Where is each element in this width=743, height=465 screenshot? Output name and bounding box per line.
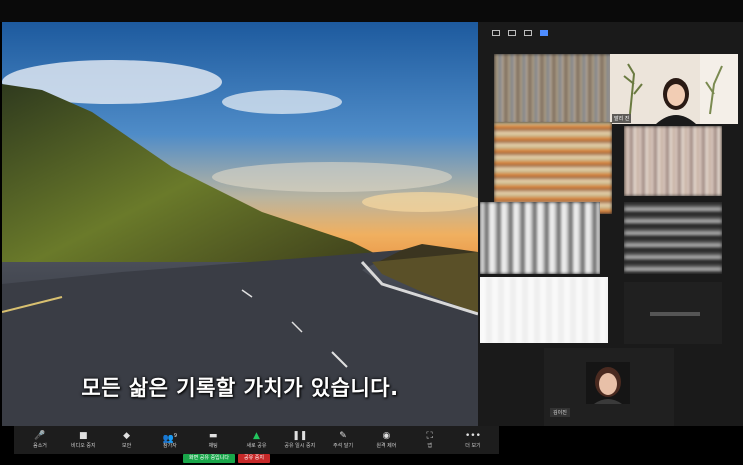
annotate-icon: ✎ xyxy=(339,430,347,441)
pause-share-label: 공유 일시 중지 xyxy=(284,442,316,449)
more-label: 더 보기 xyxy=(465,442,481,449)
pixelated-video xyxy=(494,122,612,214)
remote-control-button[interactable]: ◉ 원격 제어 xyxy=(366,426,406,454)
remote-control-label: 원격 제어 xyxy=(376,442,397,449)
annotate-label: 주석 달기 xyxy=(333,442,354,449)
window-top-bar xyxy=(0,0,743,22)
stop-video-button[interactable]: ■ 비디오 중지 xyxy=(63,426,103,454)
participant-count: 9 xyxy=(173,432,178,439)
more-button[interactable]: ••• 더 보기 xyxy=(453,426,493,454)
meeting-toolbar: 🎤 음소거 ■ 비디오 중지 ◆ 보안 👥9 참가자 ▬ 채팅 ▲ 새로 공유 … xyxy=(14,426,499,454)
participant-tile-speaker[interactable]: 말리 진 xyxy=(610,54,738,124)
video-icon: ■ xyxy=(79,430,88,441)
new-share-button[interactable]: ▲ 새로 공유 xyxy=(236,426,276,454)
chat-button[interactable]: ▬ 채팅 xyxy=(193,426,233,454)
pixelated-video xyxy=(624,126,722,196)
annotate-button[interactable]: ✎ 주석 달기 xyxy=(323,426,363,454)
mic-icon: 🎤 xyxy=(34,430,46,441)
participant-tile[interactable] xyxy=(624,202,722,274)
pixelated-video xyxy=(480,277,608,343)
chat-label: 채팅 xyxy=(208,442,218,449)
participant-tile[interactable] xyxy=(624,126,722,196)
participants-button[interactable]: 👥9 참가자 xyxy=(150,426,190,454)
remote-control-icon: ◉ xyxy=(382,430,391,441)
participant-tile[interactable] xyxy=(624,282,722,344)
participant-gallery: 말리 진 김이진 xyxy=(478,22,743,426)
pause-icon: ❚❚ xyxy=(292,430,308,441)
stop-share-button[interactable]: 공유 중지 xyxy=(237,454,270,463)
shield-icon: ◆ xyxy=(123,430,131,441)
security-label: 보안 xyxy=(121,442,132,449)
participant-tile[interactable] xyxy=(494,122,612,214)
chat-icon: ▬ xyxy=(208,430,218,441)
participants-icon-wrap: 👥9 xyxy=(163,431,178,444)
apps-button[interactable]: ⛶ 앱 xyxy=(410,426,450,454)
view-option-1-icon[interactable] xyxy=(492,30,500,36)
share-status-indicator[interactable]: 화면 공유 중입니다 xyxy=(183,454,235,463)
zoom-window: 모든 삶은 기록할 가치가 있습니다. 말리 진 김이진 🎤 음소거 ■ 비디오… xyxy=(0,0,743,465)
apps-icon: ⛶ xyxy=(426,430,433,441)
gallery-view-icon[interactable] xyxy=(540,30,548,36)
view-option-3-icon[interactable] xyxy=(524,30,532,36)
self-view-name: 김이진 xyxy=(550,408,570,417)
share-icon: ▲ xyxy=(253,430,260,441)
mute-label: 음소거 xyxy=(33,442,47,449)
gallery-view-toolbar xyxy=(478,22,743,44)
slide-caption: 모든 삶은 기록할 가치가 있습니다. xyxy=(81,376,399,400)
avatar xyxy=(586,362,630,404)
participant-tile[interactable] xyxy=(494,54,612,124)
pixelated-video xyxy=(480,202,600,274)
participant-tile[interactable] xyxy=(480,202,600,274)
stop-video-label: 비디오 중지 xyxy=(71,442,96,449)
shared-screen: 모든 삶은 기록할 가치가 있습니다. xyxy=(2,22,478,426)
pixelated-name xyxy=(650,312,700,316)
shared-screen-image xyxy=(2,22,478,426)
apps-label: 앱 xyxy=(427,442,432,449)
more-icon: ••• xyxy=(465,430,481,441)
participant-name: 말리 진 xyxy=(612,114,632,123)
pixelated-video xyxy=(494,54,612,124)
pixelated-video xyxy=(624,202,722,274)
share-status-bar: 화면 공유 중입니다 공유 중지 xyxy=(183,454,270,463)
mute-button[interactable]: 🎤 음소거 xyxy=(20,426,60,454)
security-button[interactable]: ◆ 보안 xyxy=(107,426,147,454)
pause-share-button[interactable]: ❚❚ 공유 일시 중지 xyxy=(280,426,320,454)
self-view-tile[interactable]: 김이진 xyxy=(544,348,674,426)
participant-tile[interactable] xyxy=(480,277,608,343)
new-share-label: 새로 공유 xyxy=(246,442,267,449)
participants-label: 참가자 xyxy=(162,442,177,449)
view-option-2-icon[interactable] xyxy=(508,30,516,36)
